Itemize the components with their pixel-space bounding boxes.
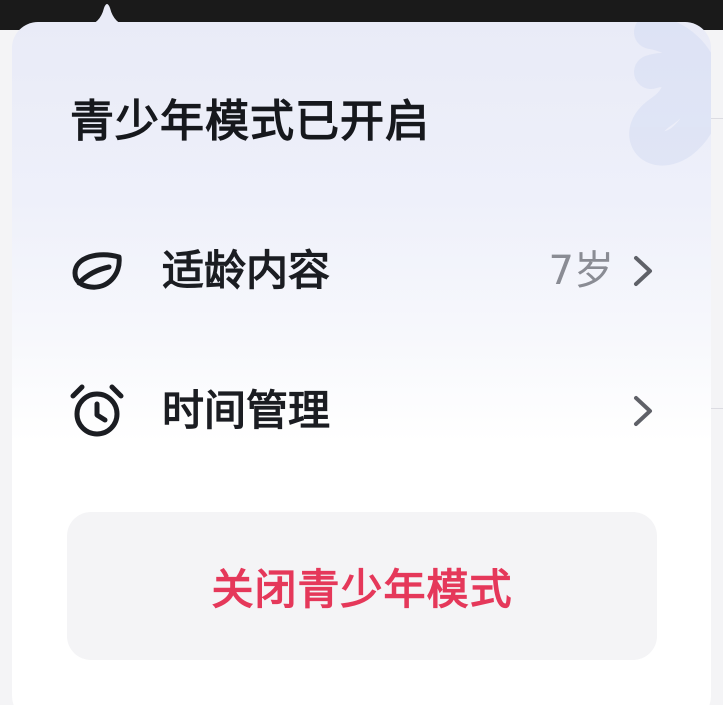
decorative-swirl-icon <box>629 22 711 166</box>
alarm-clock-icon <box>68 382 126 440</box>
chevron-right-icon <box>628 391 658 431</box>
age-appropriate-content-item[interactable]: 适龄内容 7岁 <box>68 236 658 306</box>
popover-title: 青少年模式已开启 <box>70 96 430 147</box>
age-value: 7岁 <box>548 248 614 294</box>
leaf-icon <box>68 242 126 300</box>
time-management-item[interactable]: 时间管理 <box>68 376 658 446</box>
item-label: 时间管理 <box>162 386 331 435</box>
close-teen-mode-label: 关闭青少年模式 <box>211 564 513 614</box>
close-teen-mode-button[interactable]: 关闭青少年模式 <box>67 512 657 660</box>
teen-mode-popover: 青少年模式已开启 适龄内容 7岁 时间管理 关闭青少年模式 <box>12 22 711 705</box>
item-label: 适龄内容 <box>162 246 331 295</box>
chevron-right-icon <box>628 251 658 291</box>
screen: 青少年模式已开启 适龄内容 7岁 时间管理 关闭青少年模式 <box>0 0 723 705</box>
